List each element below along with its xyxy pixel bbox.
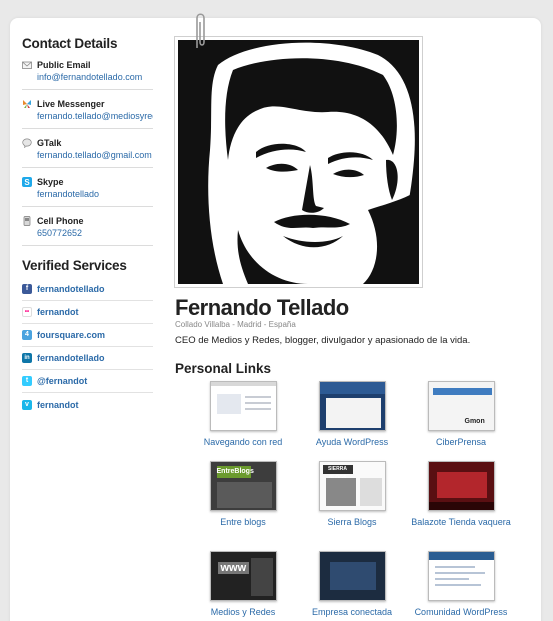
svg-text:S: S xyxy=(24,178,30,187)
link-navegando[interactable]: Navegando con red xyxy=(191,381,295,448)
contact-label: Live Messenger xyxy=(37,99,105,109)
service-label: fernandot xyxy=(37,399,79,410)
link-balazote[interactable]: Balazote Tienda vaquera xyxy=(409,461,513,528)
link-comunidad-wordpress[interactable]: Comunidad WordPress xyxy=(409,551,513,618)
contact-label: GTalk xyxy=(37,138,62,148)
link-thumbnail[interactable]: EntreBlogs xyxy=(209,461,277,511)
personal-links-heading: Personal Links xyxy=(175,361,272,376)
contact-label: Skype xyxy=(37,177,64,187)
link-label[interactable]: Comunidad WordPress xyxy=(409,606,513,618)
link-thumbnail[interactable] xyxy=(318,551,386,601)
service-label: fernandotellado xyxy=(37,284,105,294)
link-thumbnail[interactable]: SIERRA BLOGS xyxy=(318,461,386,511)
paperclip-icon xyxy=(196,13,205,48)
contact-messenger: Live Messenger fernando.tellado@mediosyr… xyxy=(22,95,153,129)
contact-phone: Cell Phone 650772652 xyxy=(22,212,153,246)
link-label[interactable]: CiberPrensa xyxy=(409,436,513,448)
verified-services-list: f fernandotellado •• fernandot 4 foursquare… xyxy=(22,278,153,416)
verified-heading: Verified Services xyxy=(22,258,127,273)
link-medios-y-redes[interactable]: www Medios y Redes xyxy=(191,551,295,618)
contact-label: Cell Phone xyxy=(37,216,84,226)
link-sierra-blogs[interactable]: SIERRA BLOGS Sierra Blogs xyxy=(300,461,404,528)
butterfly-icon xyxy=(23,100,31,108)
service-label: @fernandot xyxy=(37,376,88,386)
contact-heading: Contact Details xyxy=(22,36,118,51)
skype-icon: S xyxy=(22,177,32,187)
twitter-icon: t xyxy=(22,376,32,386)
link-ayuda-wordpress[interactable]: Ayuda WordPress xyxy=(300,381,404,448)
link-ciberprensa[interactable]: Gmon CiberPrensa xyxy=(409,381,513,448)
profile-location: Collado Villalba - Madrid - España xyxy=(175,320,296,329)
skype-link[interactable]: fernandotellado xyxy=(37,188,153,200)
vimeo-icon: v xyxy=(22,399,32,410)
email-link[interactable]: info@fernandotellado.com xyxy=(37,71,153,83)
phone-link[interactable]: 650772652 xyxy=(37,227,153,239)
service-linkedin[interactable]: in fernandotellado xyxy=(22,347,153,370)
messenger-link[interactable]: fernando.tellado@mediosyredes xyxy=(37,110,153,122)
thumbnail-logo: www xyxy=(217,562,250,574)
link-thumbnail[interactable] xyxy=(318,381,386,431)
link-thumbnail[interactable]: www xyxy=(209,551,277,601)
service-twitter[interactable]: t @fernandot xyxy=(22,370,153,393)
link-label[interactable]: Medios y Redes xyxy=(191,606,295,618)
link-label[interactable]: Sierra Blogs xyxy=(300,516,404,528)
profile-photo xyxy=(174,36,423,288)
phone-icon xyxy=(23,216,31,226)
portrait-illustration xyxy=(178,40,419,284)
contact-gtalk: GTalk fernando.tellado@gmail.com xyxy=(22,134,153,168)
facebook-icon: f xyxy=(22,284,32,294)
service-flickr[interactable]: •• fernandot xyxy=(22,301,153,324)
speech-icon xyxy=(22,138,32,148)
link-thumbnail[interactable] xyxy=(209,381,277,431)
thumbnail-logo: Gmon xyxy=(464,418,485,425)
foursquare-icon: 4 xyxy=(22,330,32,340)
service-label: fernandot xyxy=(37,307,79,317)
thumbnail-logo: EntreBlogs xyxy=(216,466,254,478)
link-thumbnail[interactable] xyxy=(427,551,495,601)
linkedin-icon: in xyxy=(22,353,32,363)
thumbnail-logo: SIERRA BLOGS xyxy=(322,465,353,481)
contact-email: Public Email info@fernandotellado.com xyxy=(22,56,153,90)
link-label[interactable]: Navegando con red xyxy=(191,436,295,448)
link-label[interactable]: Empresa conectada xyxy=(300,606,404,618)
contact-skype: S Skype fernandotellado xyxy=(22,173,153,207)
service-facebook[interactable]: f fernandotellado xyxy=(22,278,153,301)
service-label: foursquare.com xyxy=(37,330,106,340)
link-entre-blogs[interactable]: EntreBlogs Entre blogs xyxy=(191,461,295,528)
link-empresa-conectada[interactable]: Empresa conectada xyxy=(300,551,404,618)
flickr-icon: •• xyxy=(22,307,32,317)
link-thumbnail[interactable] xyxy=(427,461,495,511)
link-label[interactable]: Entre blogs xyxy=(191,516,295,528)
envelope-icon xyxy=(22,61,32,69)
profile-name: Fernando Tellado xyxy=(175,295,349,320)
contact-label: Public Email xyxy=(37,60,91,70)
service-foursquare[interactable]: 4 foursquare.com xyxy=(22,324,153,347)
sidebar: Contact Details Public Email info@fernan… xyxy=(22,36,153,416)
link-label[interactable]: Ayuda WordPress xyxy=(300,436,404,448)
link-label[interactable]: Balazote Tienda vaquera xyxy=(409,516,513,528)
service-label: fernandotellado xyxy=(37,353,105,363)
profile-bio: CEO de Medios y Redes, blogger, divulgad… xyxy=(175,335,471,346)
service-vimeo[interactable]: v fernandot xyxy=(22,393,153,416)
link-thumbnail[interactable]: Gmon xyxy=(427,381,495,431)
gtalk-link[interactable]: fernando.tellado@gmail.com xyxy=(37,149,153,161)
